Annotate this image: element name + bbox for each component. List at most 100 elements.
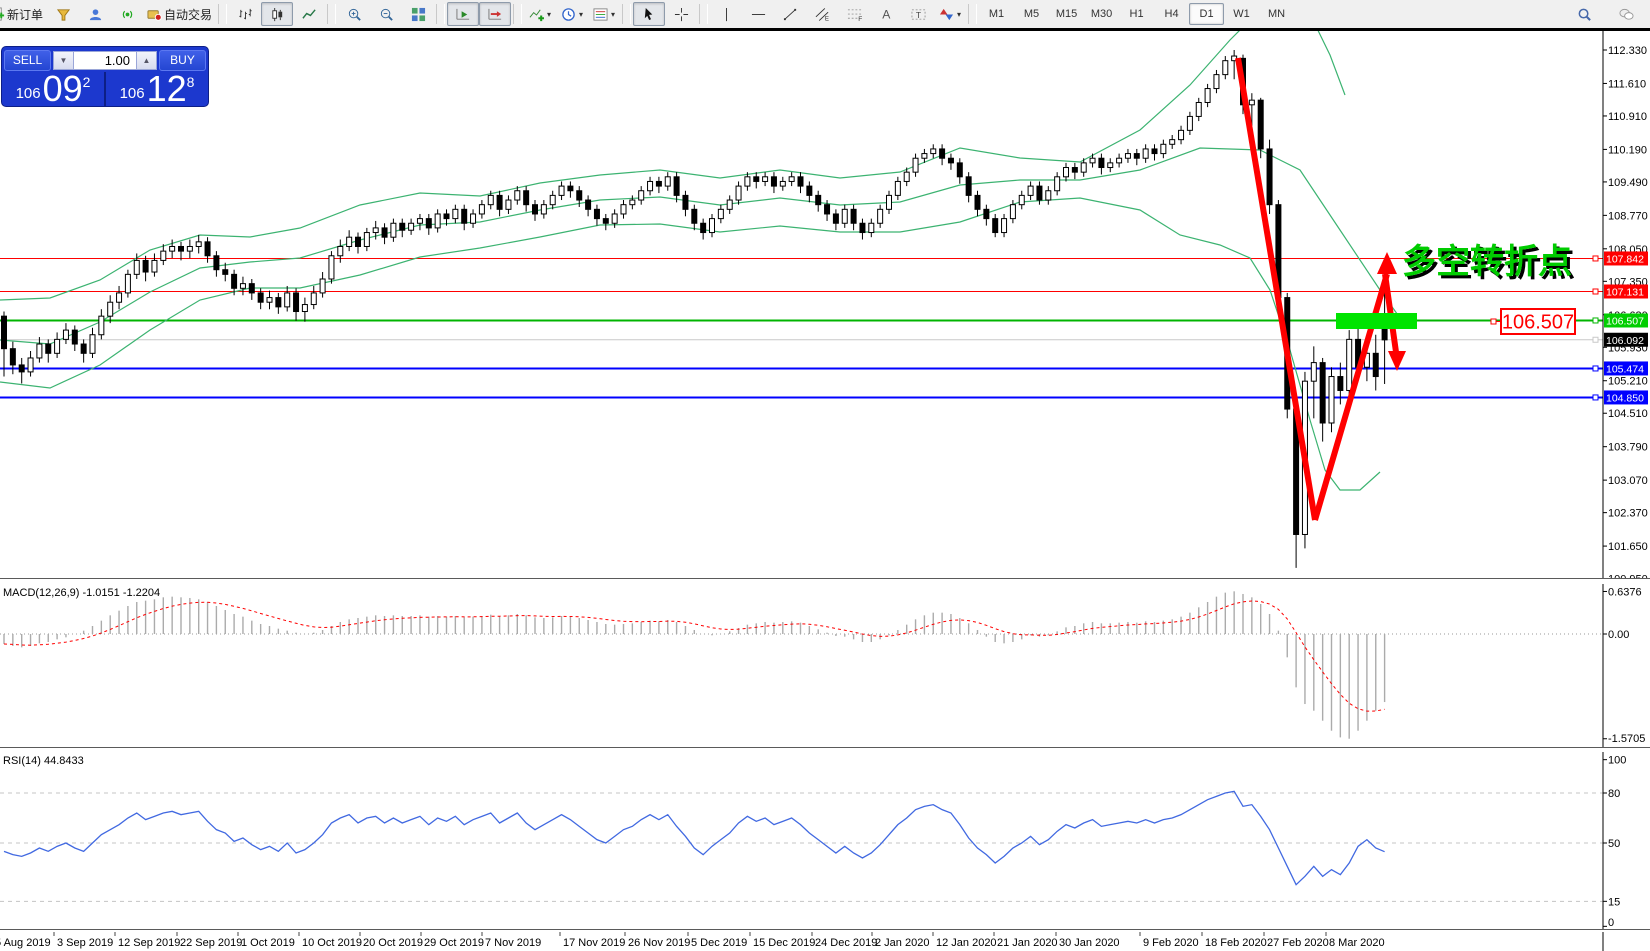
candle-body [294,293,299,312]
timeframe-h4-button[interactable]: H4 [1154,3,1189,25]
candle-body [825,205,830,214]
bar-chart-button[interactable] [229,2,261,26]
candle-body [311,293,316,305]
date-axis-label: 1 Oct 2019 [241,937,295,949]
auto-scroll-button[interactable] [447,2,479,26]
cn-annotation-label[interactable]: 多空转折点 [1402,243,1572,281]
date-axis-label: 5 Aug 2019 [0,937,51,949]
candle-body [1329,377,1334,423]
price-axis-label: 110.910 [1608,111,1647,123]
autotrading-button[interactable]: 自动交易 [143,2,216,26]
date-axis-label: 17 Nov 2019 [563,937,625,949]
search-button[interactable] [1568,2,1600,26]
volume-decrease-button[interactable]: ▼ [53,51,74,70]
svg-text:A: A [882,7,891,21]
candles-icon [270,7,285,22]
trendline-button[interactable] [774,2,806,26]
callout-anchor[interactable] [1491,319,1496,324]
candle-body [506,200,511,209]
mql5-community-button[interactable] [79,2,111,26]
time-axis[interactable]: 5 Aug 20193 Sep 201912 Sep 201922 Sep 20… [0,932,1650,951]
template-button[interactable]: ▾ [588,2,620,26]
new-order-button[interactable]: 新订单 [0,2,47,26]
timeframe-d1-button[interactable]: D1 [1189,3,1224,25]
line-handle[interactable] [1593,337,1598,342]
candle-body [1338,377,1343,391]
line-handle[interactable] [1593,318,1598,323]
signals-button[interactable] [111,2,143,26]
candle-body [1205,89,1210,103]
marketwatch-button[interactable] [47,2,79,26]
line-handle[interactable] [1593,289,1598,294]
timeframe-m1-button[interactable]: M1 [979,3,1014,25]
volume-input[interactable]: 1.00 [74,51,136,70]
vertical-line-button[interactable] [710,2,742,26]
highlight-zone-rect[interactable] [1336,313,1417,329]
tile-windows-button[interactable] [402,2,434,26]
buy-price[interactable]: 106 12 8 [106,72,208,106]
candle-body [1099,158,1104,167]
chat-button[interactable] [1610,2,1642,26]
candle-body [524,191,529,205]
candle-body [612,214,617,223]
price-axis-label: 110.190 [1608,144,1647,156]
candle-body [931,149,936,154]
candle-body [1046,191,1051,200]
line-handle[interactable] [1593,395,1598,400]
arrows-button[interactable]: ▾ [934,2,966,26]
text-label-button[interactable]: T [902,2,934,26]
volume-increase-button[interactable]: ▲ [136,51,157,70]
sell-price-prefix: 106 [16,85,41,102]
trend-arrow-line[interactable] [1238,58,1315,520]
bars-icon [238,7,253,22]
candlestick-chart-button[interactable] [261,2,293,26]
zoom-in-button[interactable] [338,2,370,26]
candle-body [559,186,564,195]
timeframe-h1-button[interactable]: H1 [1119,3,1154,25]
candle-body [895,181,900,195]
rsi-label: RSI(14) 44.8433 [3,755,84,767]
line-chart-button[interactable] [293,2,325,26]
timeframe-w1-button[interactable]: W1 [1224,3,1259,25]
timeframe-m30-button[interactable]: M30 [1084,3,1119,25]
period-button[interactable]: ▾ [556,2,588,26]
price-axis-label: 111.610 [1608,78,1646,90]
timeframe-mn-button[interactable]: MN [1259,3,1294,25]
candle-body [648,181,653,190]
candle-body [639,191,644,200]
candle-body [471,214,476,223]
text-button[interactable]: A [870,2,902,26]
candle-body [630,200,635,205]
fibonacci-button[interactable]: F [838,2,870,26]
candle-body [72,330,77,344]
cursor-button[interactable] [633,2,665,26]
candle-body [798,177,803,186]
candle-body [10,349,15,365]
main-price-chart[interactable]: 112.330111.610110.910110.190109.490108.7… [0,31,1650,578]
line-handle[interactable] [1593,366,1598,371]
line-handle[interactable] [1593,256,1598,261]
candle-body [435,214,440,228]
candle-body [1037,186,1042,200]
channel-button[interactable]: E [806,2,838,26]
shift-icon [488,7,503,22]
candle-body [479,205,484,214]
chart-shift-button[interactable] [479,2,511,26]
candle-body [90,335,95,354]
svg-text:E: E [824,15,828,21]
zoom-out-button[interactable] [370,2,402,26]
candle-body [46,344,51,353]
rsi-indicator-panel[interactable]: 1008050150RSI(14) 44.8433 [0,752,1650,929]
candle-body [161,251,166,260]
timeframe-m5-button[interactable]: M5 [1014,3,1049,25]
macd-indicator-panel[interactable]: 0.63760.00-1.5705MACD(12,26,9) -1.0151 -… [0,584,1650,747]
sell-price[interactable]: 106 09 2 [2,72,104,106]
horizontal-line-button[interactable] [742,2,774,26]
crosshair-button[interactable] [665,2,697,26]
candle-body [975,195,980,209]
toolbar-separator [327,4,336,24]
candle-body [763,177,768,182]
add-indicator-button[interactable]: ▾ [524,2,556,26]
timeframe-m15-button[interactable]: M15 [1049,3,1084,25]
candle-body [99,316,104,335]
